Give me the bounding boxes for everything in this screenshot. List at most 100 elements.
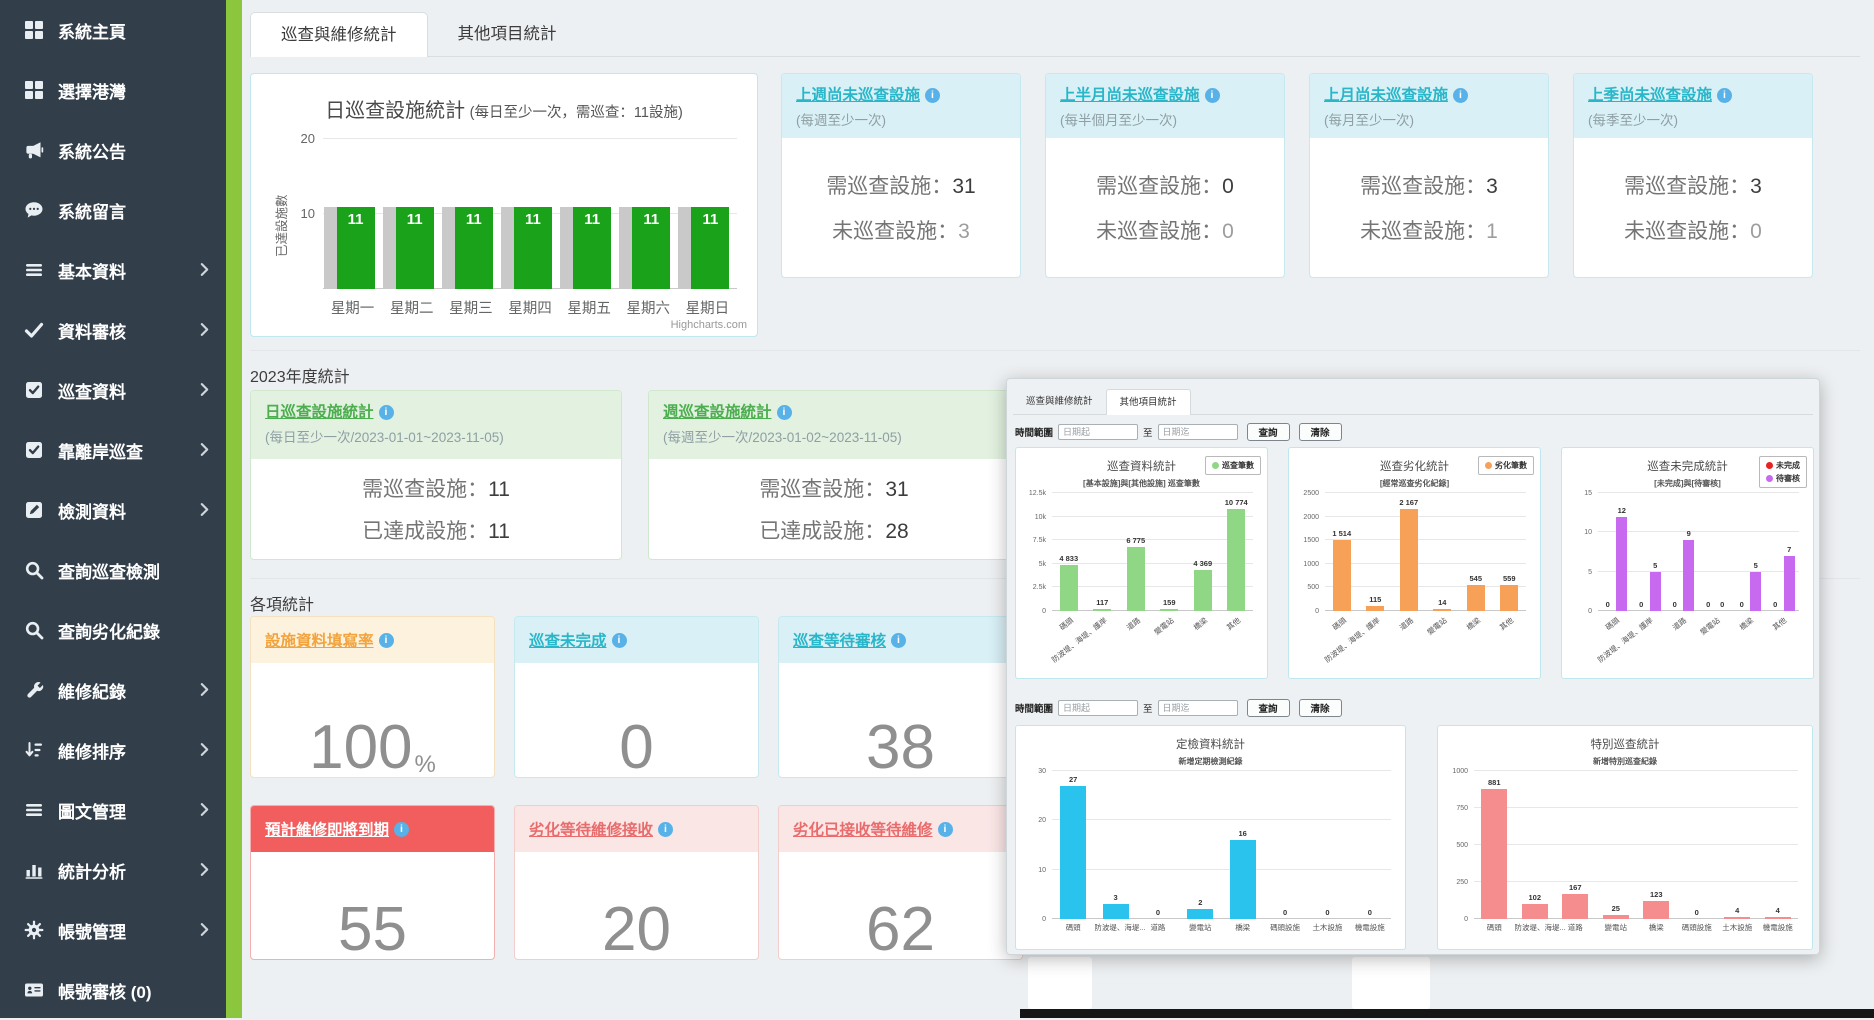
- bar-zone: 07: [1766, 493, 1800, 611]
- sidebar-item-inspection-data[interactable]: 檢測資料: [0, 480, 226, 540]
- bar-value-label: 167: [1569, 883, 1582, 892]
- y-axis: 0102030: [1022, 771, 1048, 919]
- info-icon[interactable]: i: [1717, 88, 1732, 103]
- partial-card-fragment: [1352, 957, 1430, 1009]
- legend-item[interactable]: 巡查筆數: [1212, 460, 1254, 471]
- bar-zone: 102: [1515, 771, 1556, 919]
- bar: [1060, 786, 1086, 919]
- card-title-link[interactable]: 巡查未完成: [529, 629, 607, 651]
- sidebar-item-basic-data[interactable]: 基本資料: [0, 240, 226, 300]
- card-title-link[interactable]: 設施資料填寫率: [265, 629, 374, 651]
- bar-value-label: 4 369: [1193, 559, 1212, 568]
- sidebar-item-messages[interactable]: 系統留言: [0, 180, 226, 240]
- chart-column: 11: [382, 139, 441, 289]
- sidebar-item-maintenance-order[interactable]: 維修排序: [0, 720, 226, 780]
- bar-zone: 6 775: [1119, 493, 1153, 611]
- bar-zone: 0: [1677, 771, 1718, 919]
- info-icon[interactable]: i: [925, 88, 940, 103]
- bar-value-label: 117: [1096, 598, 1108, 607]
- x-axis-label: 碼頭: [1052, 919, 1094, 938]
- sidebar-item-patrol-data[interactable]: 巡查資料: [0, 360, 226, 420]
- clear-button[interactable]: 清除: [1299, 423, 1342, 441]
- mini-chart-card-patrol_incomplete: 巡查未完成統計[未完成]與[待審核]未完成待審核051015012碼頭05防波堤…: [1561, 447, 1814, 679]
- tab-inspection-maintenance-stats[interactable]: 巡查與維修統計: [250, 12, 428, 57]
- to-label: 至: [1143, 425, 1153, 439]
- card-title-link[interactable]: 劣化等待維修接收: [529, 818, 653, 840]
- summary-card-header: 上季尚未巡查設施i(每季至少一次): [1574, 74, 1812, 138]
- bar-zone: 27: [1052, 771, 1094, 919]
- highcharts-credit-link[interactable]: Highcharts.com: [671, 319, 747, 331]
- search-button[interactable]: 查詢: [1247, 699, 1290, 717]
- bar-value-label: 6 775: [1126, 536, 1145, 545]
- stat-card: 預計維修即將到期 i 55: [250, 805, 495, 960]
- x-axis-label: 道路: [1555, 919, 1596, 938]
- sidebar-item-label: 系統留言: [58, 198, 210, 223]
- tab-other-item-stats[interactable]: 其他項目統計: [428, 12, 587, 56]
- sidebar-item-account-review[interactable]: 帳號審核 (0): [0, 960, 226, 1020]
- info-icon[interactable]: i: [379, 405, 394, 420]
- sidebar-item-berthing-patrol[interactable]: 靠離岸巡查: [0, 420, 226, 480]
- mini-chart-title: 特別巡查統計: [1438, 736, 1812, 752]
- summary-card-body: 需巡查設施：0未巡查設施：0: [1046, 138, 1284, 277]
- sidebar-item-home[interactable]: 系統主頁: [0, 0, 226, 60]
- sidebar-item-label: 圖文管理: [58, 798, 200, 823]
- bar-value-label: 115: [1369, 595, 1381, 604]
- date-from-input[interactable]: [1058, 700, 1138, 716]
- overlay-charts-row-1: 巡查資料統計[基本設施]與[其他設施] 巡查筆數巡查筆數02.5k5k7.5k1…: [1015, 447, 1814, 679]
- card-title-link[interactable]: 預計維修即將到期: [265, 818, 389, 840]
- card-title-link[interactable]: 上半月尚未巡查設施: [1060, 87, 1200, 104]
- x-axis-label: 橋梁: [1732, 611, 1766, 668]
- sidebar-item-query-degradation-records[interactable]: 查詢劣化紀錄: [0, 600, 226, 660]
- stat-card-body: 55: [251, 852, 494, 961]
- date-from-input[interactable]: [1058, 424, 1138, 440]
- stat-card-body: 38: [779, 663, 1022, 779]
- date-to-input[interactable]: [1158, 700, 1238, 716]
- overlay-tab-inspection-maintenance[interactable]: 巡查與維修統計: [1013, 389, 1106, 414]
- bar-value-label: 12: [1618, 506, 1626, 515]
- sidebar-item-data-review[interactable]: 資料審核: [0, 300, 226, 360]
- overlay-charts-row-2: 定檢資料統計新增定期檢測紀錄010203027碼頭3防波堤、海堤...0道路2變…: [1015, 725, 1813, 950]
- y-tick-label: 0: [1464, 916, 1468, 923]
- info-icon[interactable]: i: [658, 822, 673, 837]
- sidebar-item-select-harbor[interactable]: 選擇港灣: [0, 60, 226, 120]
- date-to-input[interactable]: [1158, 424, 1238, 440]
- legend-item[interactable]: 劣化筆數: [1485, 460, 1527, 471]
- sidebar-item-maintenance-records[interactable]: 維修紀錄: [0, 660, 226, 720]
- bar-completed: 11: [573, 207, 611, 290]
- overlay-tab-other-items[interactable]: 其他項目統計: [1106, 389, 1191, 415]
- bar: [1750, 572, 1761, 611]
- card-title-link[interactable]: 上季尚未巡查設施: [1588, 87, 1712, 104]
- chevron-right-icon: [200, 382, 210, 398]
- sidebar-item-statistics-analysis[interactable]: 統計分析: [0, 840, 226, 900]
- y-tick-label: 10k: [1035, 514, 1046, 521]
- info-icon[interactable]: i: [938, 822, 953, 837]
- info-icon[interactable]: i: [1453, 88, 1468, 103]
- clear-button[interactable]: 清除: [1299, 699, 1342, 717]
- y-tick-label: 12.5k: [1029, 490, 1046, 497]
- card-title-link[interactable]: 巡查等待審核: [793, 629, 886, 651]
- info-icon[interactable]: i: [612, 633, 627, 648]
- legend-item[interactable]: 待審核: [1766, 473, 1800, 484]
- y-axis: 02505007501000: [1444, 771, 1470, 919]
- daily-patrol-chart-card: 日巡查設施統計 (每日至少一次，需巡查：11設施) 已達設施數 10201111…: [250, 73, 758, 337]
- info-icon[interactable]: i: [379, 633, 394, 648]
- card-title-link[interactable]: 週巡查設施統計: [663, 404, 772, 421]
- card-title-link[interactable]: 劣化已接收等待維修: [793, 818, 933, 840]
- sidebar-item-graphics-management[interactable]: 圖文管理: [0, 780, 226, 840]
- chart-column: 11: [323, 139, 382, 289]
- sidebar-item-account-management[interactable]: 帳號管理: [0, 900, 226, 960]
- info-icon[interactable]: i: [1205, 88, 1220, 103]
- bar-zone: 2 167: [1392, 493, 1426, 611]
- card-title-link[interactable]: 上週尚未巡查設施: [796, 87, 920, 104]
- info-icon[interactable]: i: [394, 822, 409, 837]
- info-icon[interactable]: i: [777, 405, 792, 420]
- card-title-link[interactable]: 上月尚未巡查設施: [1324, 87, 1448, 104]
- card-title-link[interactable]: 日巡查設施統計: [265, 404, 374, 421]
- sidebar-item-announcements[interactable]: 系統公告: [0, 120, 226, 180]
- bar: [1400, 509, 1418, 611]
- info-icon[interactable]: i: [891, 633, 906, 648]
- legend-item[interactable]: 未完成: [1766, 460, 1800, 471]
- y-tick-label: 2500: [1303, 490, 1319, 497]
- search-button[interactable]: 查詢: [1247, 423, 1290, 441]
- sidebar-item-query-patrol-inspection[interactable]: 查詢巡查檢測: [0, 540, 226, 600]
